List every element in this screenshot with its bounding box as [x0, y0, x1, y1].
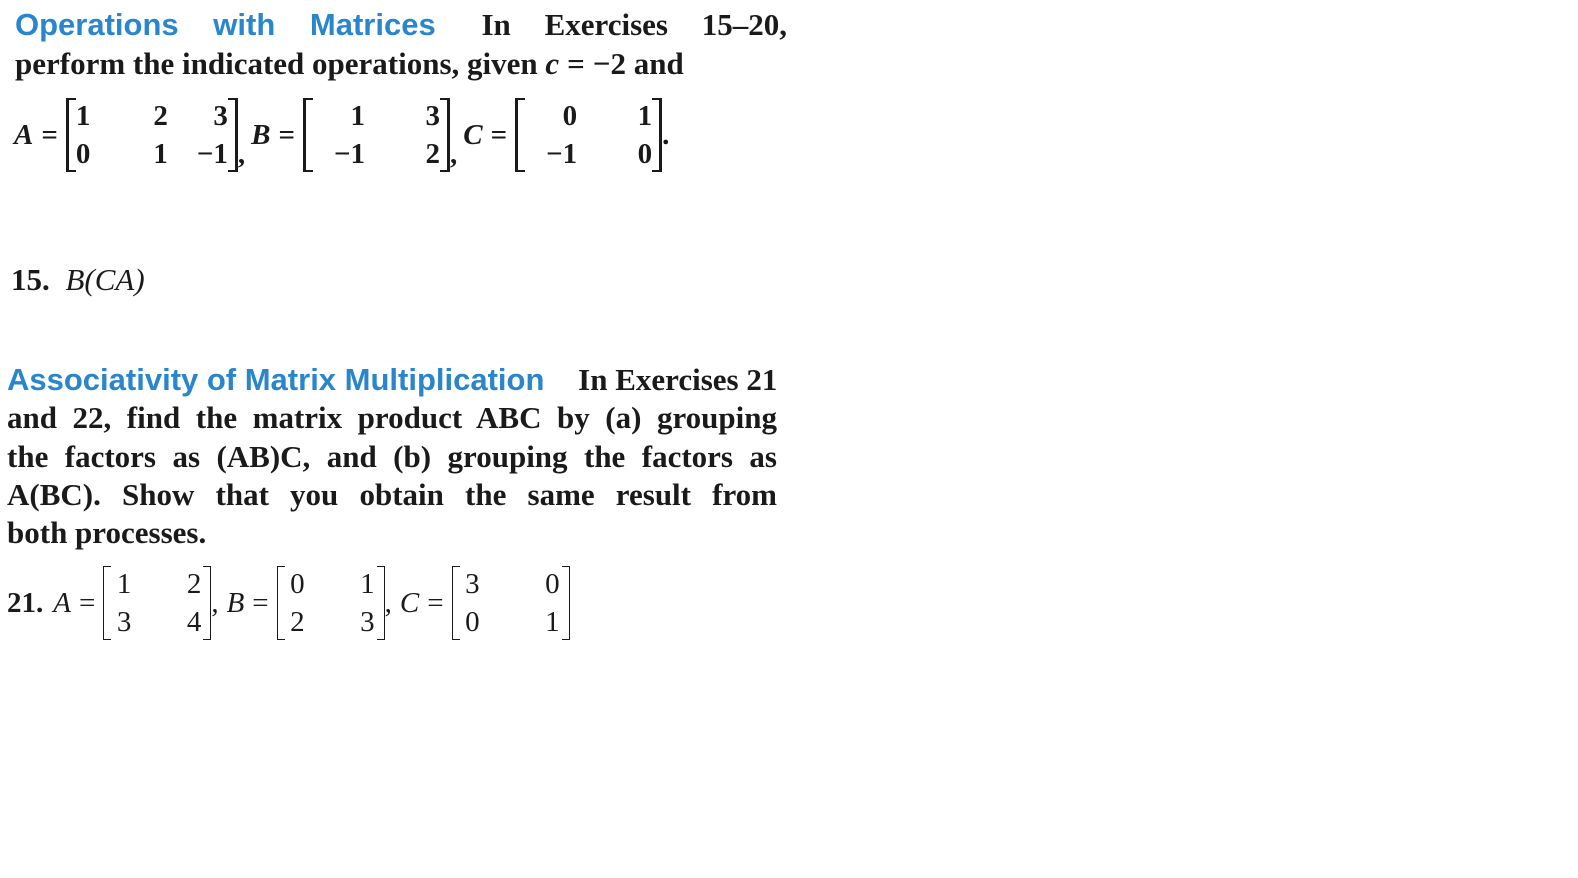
section1-intro-line2: perform the indicated operations, given … [15, 45, 684, 83]
exercise-21: 21. A = 1 2 3 4 , B = 0 1 2 3 , C = 3 0 … [7, 566, 570, 640]
matrix-cell: 2 [290, 606, 305, 638]
matrix-separator: , [237, 138, 246, 170]
matrix-label-B: B [251, 119, 271, 151]
section2-line3: the factors as (AB)C, and (b) grouping t… [7, 439, 777, 474]
equals-sign: = [252, 587, 269, 619]
matrix-C: 0 1 −1 0 [515, 98, 663, 172]
matrix-C: 3 0 0 1 [451, 566, 570, 640]
intro-text-end: and [626, 46, 684, 81]
equals-sign: = [567, 46, 585, 81]
matrix-cell: 0 [290, 568, 305, 600]
matrix-A: 1 2 3 4 [103, 566, 212, 640]
section1-matrix-row: A = 1 2 3 0 1 −1 , B = 1 3 −1 2 , C = 0 … [14, 98, 669, 172]
matrix-A: 1 2 3 0 1 −1 [65, 98, 238, 172]
matrix-cell: 2 [425, 138, 441, 170]
matrix-label-A: A [14, 119, 34, 151]
scalar-value: −2 [592, 46, 626, 81]
matrix-label-C: C [463, 119, 483, 151]
matrix-separator: , [384, 587, 392, 619]
matrix-cell: 3 [213, 100, 228, 132]
matrix-cell: 0 [465, 606, 480, 638]
intro-text: perform the indicated operations, given [15, 46, 546, 81]
matrix-cell: 0 [637, 138, 653, 170]
matrix-B: 0 1 2 3 [276, 566, 385, 640]
matrix-cell: 1 [153, 138, 168, 170]
matrix-cell: 1 [360, 568, 375, 600]
matrix-cell: 2 [186, 568, 202, 600]
equals-sign: = [427, 587, 444, 619]
matrix-B: 1 3 −1 2 [303, 98, 450, 172]
matrix-separator: , [211, 587, 219, 619]
matrix-cell: −1 [546, 138, 578, 170]
scalar-variable: c [545, 46, 560, 81]
exercise-15: 15. B(CA) [11, 261, 145, 299]
matrix-cell: 3 [116, 606, 132, 638]
matrix-cell: 3 [465, 568, 480, 600]
exercise-number: 15. [11, 262, 50, 297]
matrix-cell: 4 [186, 606, 202, 638]
equals-sign: = [490, 119, 508, 151]
matrix-terminator: . [662, 119, 670, 151]
matrix-cell: 0 [545, 568, 560, 600]
matrix-cell: −1 [333, 138, 365, 170]
section1-intro-text: In Exercises 15–20, [481, 7, 787, 42]
matrix-label-A: A [53, 587, 71, 619]
section2-heading: Associativity of Matrix Multiplication [7, 362, 545, 397]
section2-line4: A(BC). Show that you obtain the same res… [7, 477, 777, 512]
matrix-cell: 3 [360, 606, 375, 638]
section2-line5: both processes. [7, 515, 207, 550]
section1-intro-line1: Operations with Matrices In Exercises 15… [15, 6, 787, 44]
matrix-cell: 1 [637, 100, 653, 132]
matrix-separator: , [450, 138, 458, 170]
section2-line2: and 22, find the matrix product ABC by (… [7, 400, 777, 435]
matrix-label-B: B [226, 587, 245, 619]
matrix-cell: 3 [425, 100, 441, 132]
section1-heading: Operations with Matrices [15, 7, 436, 42]
equals-sign: = [278, 119, 295, 151]
matrix-cell: 0 [562, 100, 578, 132]
matrix-cell: 1 [75, 100, 91, 132]
exercise-expression: B(CA) [65, 262, 145, 297]
section2-line1: Associativity of Matrix Multiplication I… [7, 361, 777, 399]
matrix-cell: 1 [545, 606, 560, 638]
exercise-number: 21. [7, 587, 44, 619]
matrix-cell: 1 [350, 100, 366, 132]
matrix-label-C: C [399, 587, 420, 619]
section2-text: In Exercises 21 [578, 362, 778, 397]
matrix-cell: 0 [75, 138, 91, 170]
equals-sign: = [78, 587, 96, 619]
equals-sign: = [41, 119, 58, 151]
matrix-cell: 1 [116, 568, 132, 600]
matrix-cell: 2 [153, 100, 168, 132]
matrix-cell: −1 [196, 138, 228, 170]
